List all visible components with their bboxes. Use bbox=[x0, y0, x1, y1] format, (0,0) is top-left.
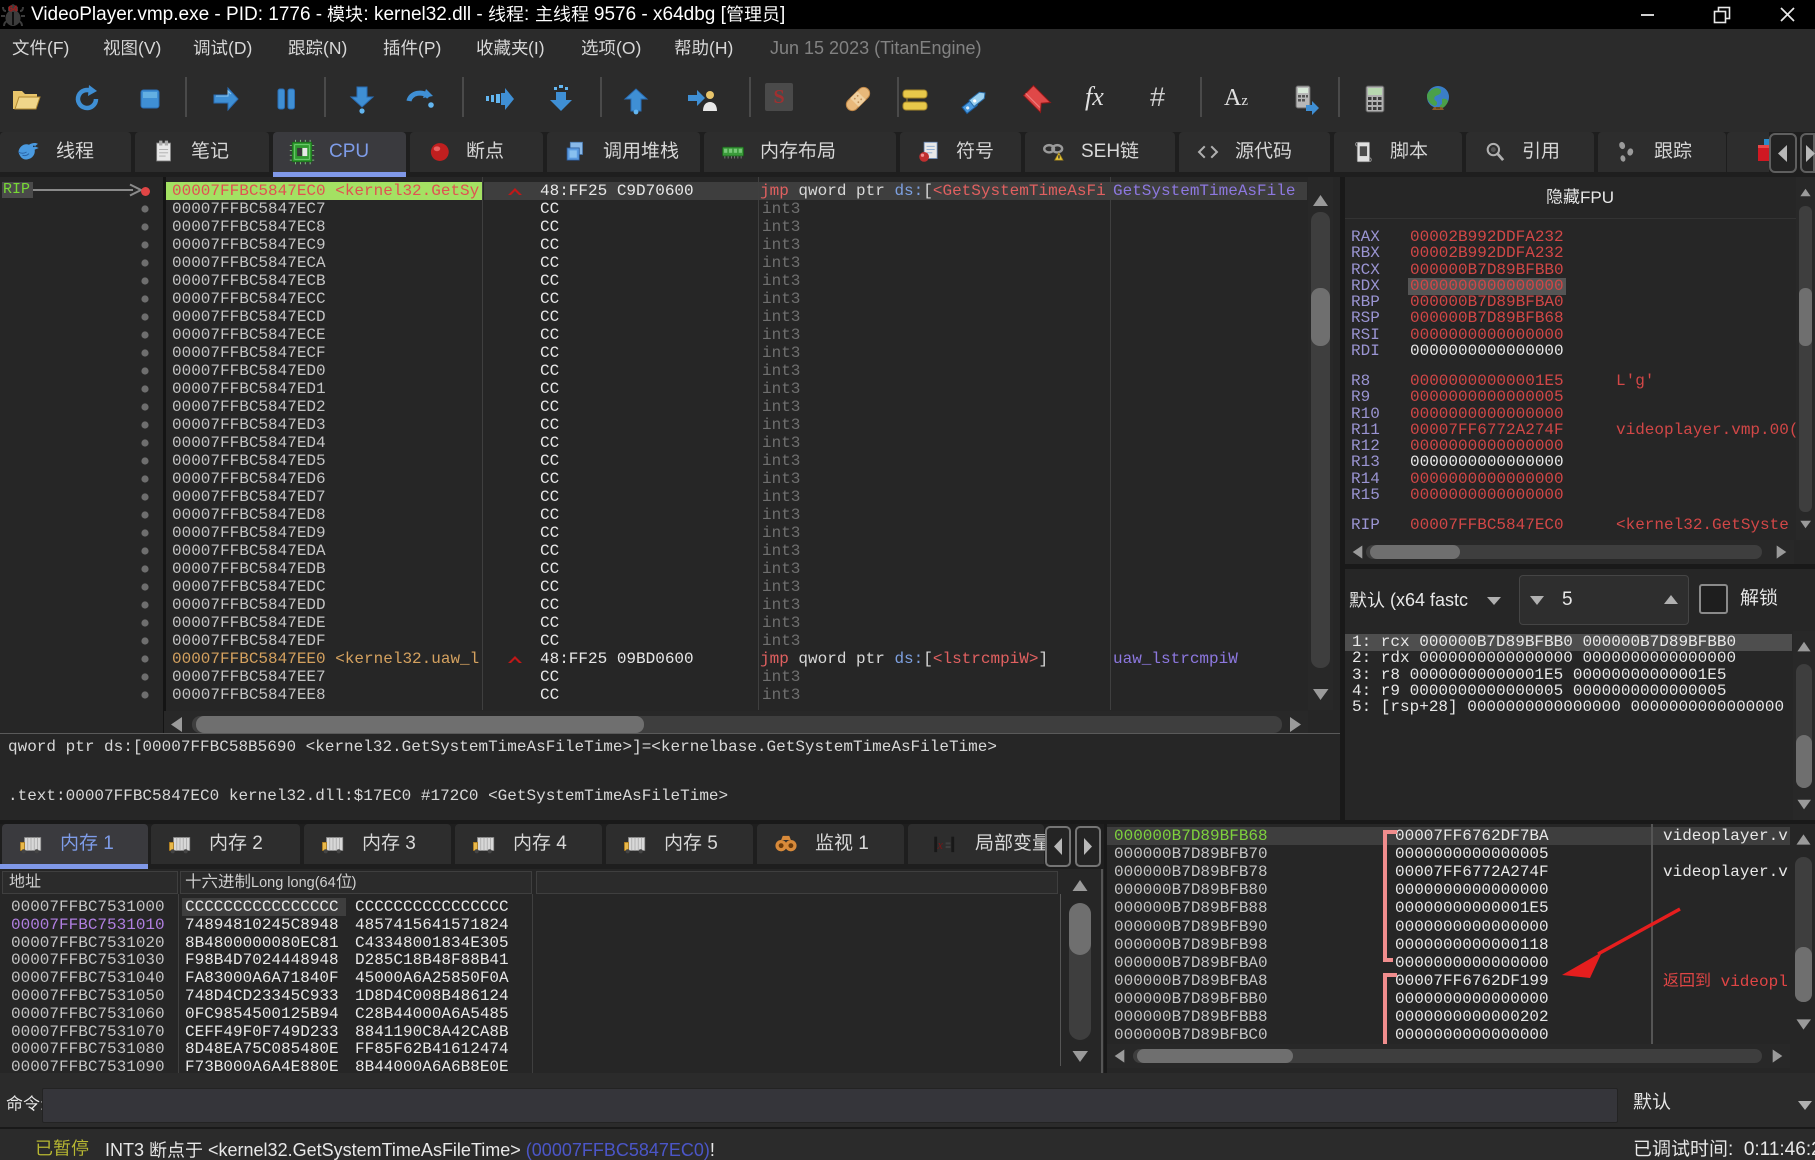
svg-text:x: x bbox=[937, 838, 944, 852]
svg-text:64: 64 bbox=[9, 5, 18, 14]
